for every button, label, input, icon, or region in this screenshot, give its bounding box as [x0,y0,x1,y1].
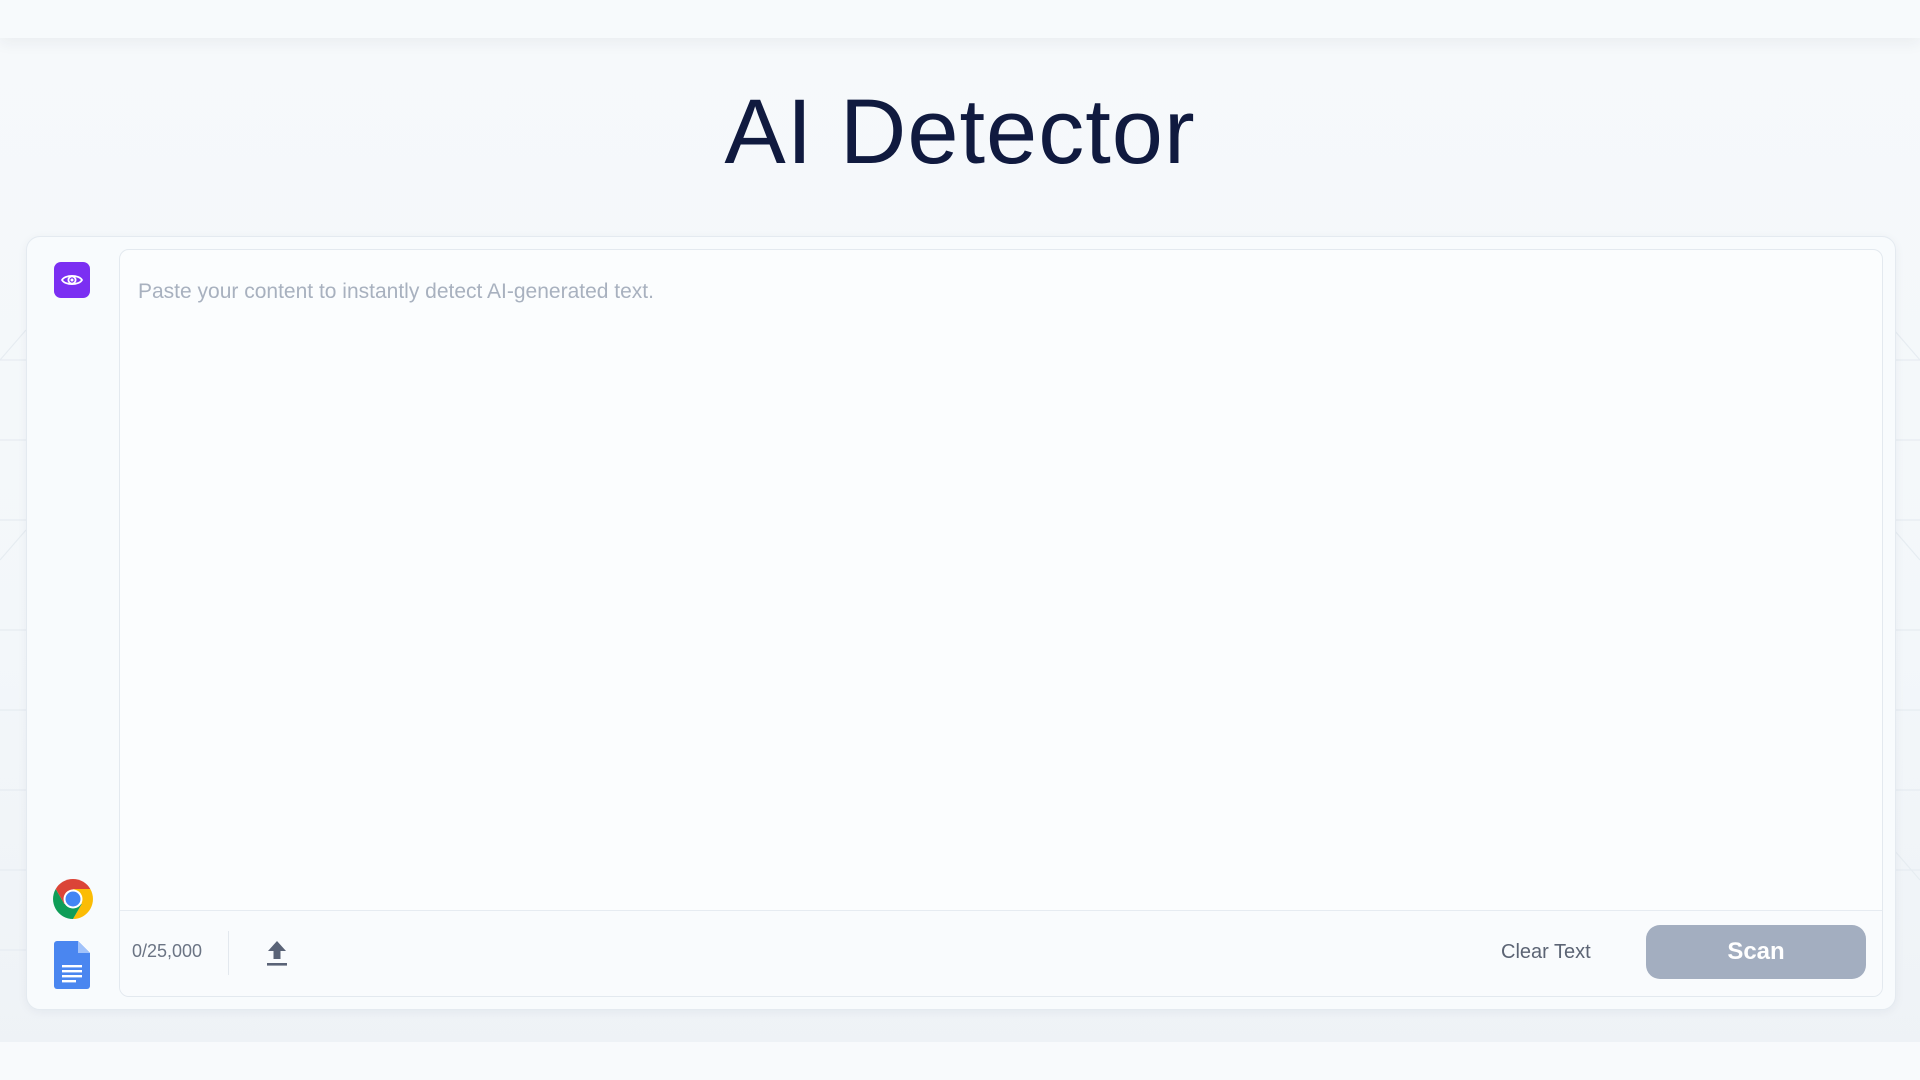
scan-button[interactable]: Scan [1646,925,1866,979]
text-editor: 0/25,000 Clear Text Scan [119,249,1883,997]
page-title: AI Detector [724,81,1196,183]
eye-icon-button[interactable] [54,262,90,298]
clear-text-button[interactable]: Clear Text [1501,941,1591,964]
bottom-strip [0,1042,1920,1080]
chrome-icon[interactable] [49,875,97,923]
upload-button[interactable] [262,935,292,971]
character-counter: 0/25,000 [132,941,203,961]
content-input[interactable] [120,250,1882,910]
upload-icon [267,941,287,966]
editor-footer: 0/25,000 Clear Text Scan [120,910,1882,996]
footer-divider [228,931,229,975]
eye-icon [60,274,84,286]
google-docs-icon[interactable] [54,941,90,989]
top-bar [0,0,1920,38]
detector-card: 0/25,000 Clear Text Scan [26,236,1896,1010]
page: AI Detector Paste your content to instan… [0,0,1920,1080]
